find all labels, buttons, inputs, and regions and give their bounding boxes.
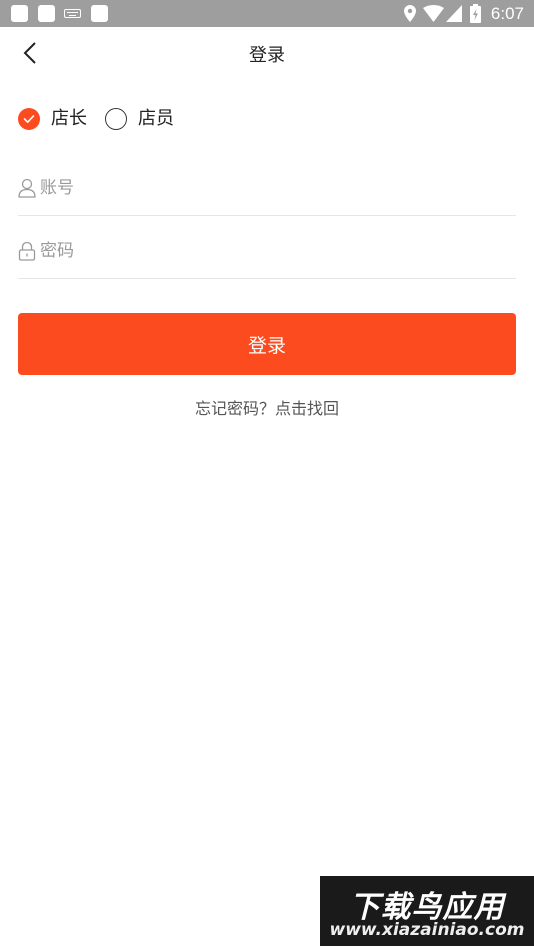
password-input[interactable] [40,236,500,266]
lock-icon [18,241,36,261]
role-label: 店长 [51,108,87,129]
login-button[interactable]: 登录 [18,313,516,375]
password-field [18,228,516,279]
account-field [18,165,516,216]
status-time: 6:07 [490,4,524,23]
battery-charging-icon [470,4,481,23]
radio-checked-icon [18,108,40,130]
watermark-url: www.xiazainiao.com [329,920,525,940]
cellular-signal-icon [446,5,462,22]
role-label: 店员 [138,108,174,129]
wifi-icon [423,5,444,22]
role-option-staff[interactable]: 店员 [105,107,177,133]
notification-icon [91,5,108,22]
location-icon [404,5,416,22]
role-option-manager[interactable]: 店长 [18,107,90,133]
status-bar: 6:07 [0,0,534,27]
notification-icon [11,5,28,22]
radio-unchecked-icon [105,108,127,130]
user-icon [18,178,36,198]
watermark-logo: 下载鸟应用 www.xiazainiao.com [320,876,534,946]
forgot-password-link[interactable]: 忘记密码？点击找回 [0,395,534,419]
notification-icon [38,5,55,22]
keyboard-icon [64,9,81,18]
account-input[interactable] [40,173,500,203]
page-title: 登录 [249,45,285,66]
header: 登录 [0,27,534,79]
